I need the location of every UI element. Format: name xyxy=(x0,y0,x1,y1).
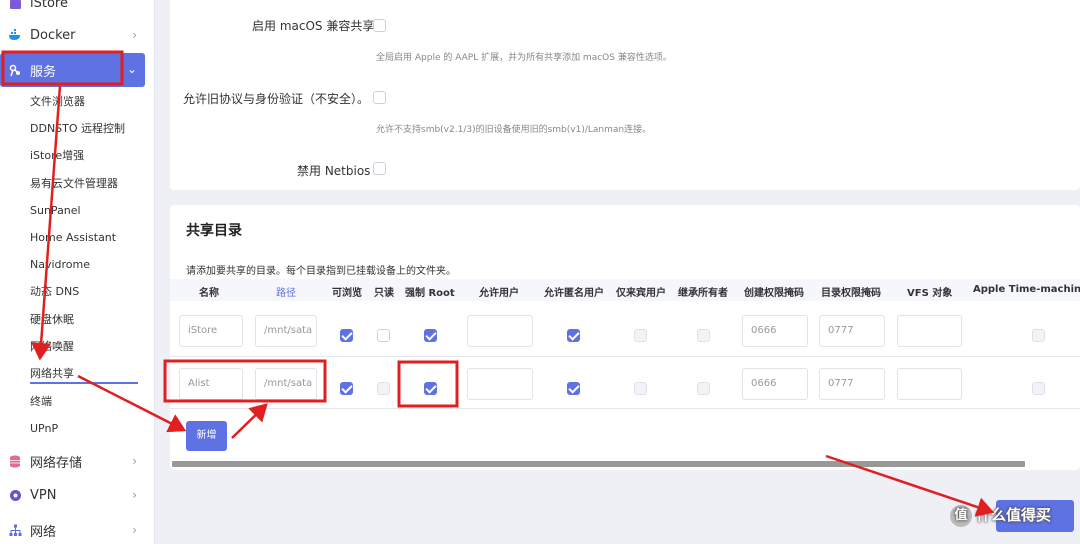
sidebar-item-label: 网络存储 xyxy=(30,455,83,471)
sidebar-sub-ddnsto[interactable]: DDNSTO 远程控制 xyxy=(30,119,125,139)
smzdm-logo-icon: 值 xyxy=(950,504,972,527)
row2-readonly-checkbox[interactable] xyxy=(377,382,390,395)
row-divider xyxy=(170,356,1080,357)
chevron-right-icon: › xyxy=(132,454,137,468)
col-guest: 允许匿名用户 xyxy=(544,288,604,299)
legacy-protocol-hint: 允许不支持smb(v2.1/3)的旧设备使用旧的smb(v1)/Lanman连接… xyxy=(376,125,652,135)
row1-time-machine-checkbox[interactable] xyxy=(1032,329,1045,342)
col-readonly: 只读 xyxy=(374,288,394,299)
legacy-protocol-label: 允许旧协议与身份验证（不安全）。 xyxy=(183,92,370,106)
sidebar-item-label: 服务 xyxy=(30,64,57,80)
col-time-machine: Apple Time-machine xyxy=(973,284,1080,295)
watermark: 值什么值得买 xyxy=(950,504,1051,527)
network-icon xyxy=(8,523,22,537)
row1-dir-mask-input[interactable]: 0777 xyxy=(819,315,885,347)
sidebar: iStore Docker › 服务 ⌄ 文件浏览器 DDNSTO 远程控制 i… xyxy=(0,0,155,544)
row1-readonly-checkbox[interactable] xyxy=(377,329,390,342)
services-icon xyxy=(8,63,22,77)
netbios-checkbox[interactable] xyxy=(373,162,386,175)
sidebar-item-istore[interactable]: iStore xyxy=(0,0,155,18)
docker-icon xyxy=(8,28,22,42)
sidebar-item-services[interactable]: 服务 ⌄ xyxy=(0,53,145,87)
row1-inherit-owner-checkbox[interactable] xyxy=(697,329,710,342)
sidebar-item-label: iStore xyxy=(30,0,68,11)
row1-guest-checkbox[interactable] xyxy=(567,329,580,342)
chevron-down-icon: ⌄ xyxy=(126,62,137,76)
chevron-right-icon: › xyxy=(132,523,137,537)
sidebar-sub-file-browser[interactable]: 文件浏览器 xyxy=(30,92,85,112)
row2-vfs-input[interactable] xyxy=(897,368,962,400)
sidebar-sub-network-share[interactable]: 网络共享 xyxy=(30,364,138,384)
sidebar-sub-terminal[interactable]: 终端 xyxy=(30,392,52,412)
row1-guest-only-checkbox[interactable] xyxy=(634,329,647,342)
row1-vfs-input[interactable] xyxy=(897,315,962,347)
sidebar-sub-wol[interactable]: 网络唤醒 xyxy=(30,337,74,357)
store-icon xyxy=(8,0,22,10)
row1-path-input[interactable]: /mnt/sata xyxy=(255,315,317,347)
col-browseable: 可浏览 xyxy=(332,288,362,299)
sidebar-sub-sunpanel[interactable]: SunPanel xyxy=(30,201,81,221)
col-force-root: 强制 Root xyxy=(405,288,455,299)
netbios-label: 禁用 Netbios xyxy=(297,164,371,178)
row2-dir-mask-input[interactable]: 0777 xyxy=(819,368,885,400)
sidebar-sub-ddns[interactable]: 动态 DNS xyxy=(30,282,79,302)
sidebar-sub-disk-sleep[interactable]: 硬盘休眠 xyxy=(30,310,74,330)
row2-guest-only-checkbox[interactable] xyxy=(634,382,647,395)
row-divider xyxy=(170,408,1080,409)
row2-inherit-owner-checkbox[interactable] xyxy=(697,382,710,395)
sidebar-item-network[interactable]: 网络 › xyxy=(0,515,155,544)
col-inherit-owner: 继承所有者 xyxy=(678,288,728,299)
row2-browseable-checkbox[interactable] xyxy=(340,382,353,395)
sidebar-item-docker[interactable]: Docker › xyxy=(0,20,155,50)
row2-force-root-checkbox[interactable] xyxy=(424,382,437,395)
col-vfs: VFS 对象 xyxy=(907,288,953,299)
sidebar-sub-upnp[interactable]: UPnP xyxy=(30,419,58,439)
sidebar-sub-istore-plus[interactable]: iStore增强 xyxy=(30,146,84,166)
col-name: 名称 xyxy=(199,288,219,299)
row1-force-root-checkbox[interactable] xyxy=(424,329,437,342)
sidebar-item-vpn[interactable]: VPN › xyxy=(0,480,155,510)
col-guest-only: 仅来宾用户 xyxy=(616,288,666,299)
col-path[interactable]: 路径 xyxy=(276,284,296,299)
database-icon xyxy=(8,454,22,468)
row1-create-mask-input[interactable]: 0666 xyxy=(742,315,808,347)
legacy-protocol-checkbox[interactable] xyxy=(373,91,386,104)
section-title: 共享目录 xyxy=(186,223,242,239)
section-description: 请添加要共享的目录。每个目录指到已挂载设备上的文件夹。 xyxy=(186,266,456,277)
row2-time-machine-checkbox[interactable] xyxy=(1032,382,1045,395)
sidebar-item-label: Docker xyxy=(30,27,76,43)
sidebar-sub-home-assistant[interactable]: Home Assistant xyxy=(30,228,116,248)
row2-users-input[interactable] xyxy=(467,368,533,400)
sidebar-sub-linkease[interactable]: 易有云文件管理器 xyxy=(30,174,118,194)
row1-users-input[interactable] xyxy=(467,315,533,347)
horizontal-scrollbar[interactable] xyxy=(172,461,1025,467)
chevron-right-icon: › xyxy=(132,488,137,502)
row2-guest-checkbox[interactable] xyxy=(567,382,580,395)
vpn-icon xyxy=(8,488,22,502)
row2-path-input[interactable]: /mnt/sata xyxy=(255,368,317,400)
sidebar-sub-navidrome[interactable]: Navidrome xyxy=(30,255,90,275)
col-users: 允许用户 xyxy=(479,288,519,299)
row2-name-input[interactable]: Alist xyxy=(179,368,243,400)
sidebar-item-label: VPN xyxy=(30,487,57,503)
macos-compat-label: 启用 macOS 兼容共享 xyxy=(252,19,375,33)
row1-browseable-checkbox[interactable] xyxy=(340,329,353,342)
col-dir-mask: 目录权限掩码 xyxy=(821,288,881,299)
macos-compat-checkbox[interactable] xyxy=(373,19,386,32)
col-create-mask: 创建权限掩码 xyxy=(744,288,804,299)
sidebar-item-storage[interactable]: 网络存储 › xyxy=(0,446,155,476)
add-share-button[interactable]: 新增 xyxy=(186,421,227,451)
row2-create-mask-input[interactable]: 0666 xyxy=(742,368,808,400)
macos-compat-hint: 全局启用 Apple 的 AAPL 扩展，并为所有共享添加 macOS 兼容性选… xyxy=(376,53,672,63)
sidebar-item-label: 网络 xyxy=(30,524,57,540)
row1-name-input[interactable]: iStore xyxy=(179,315,243,347)
chevron-right-icon: › xyxy=(132,28,137,42)
